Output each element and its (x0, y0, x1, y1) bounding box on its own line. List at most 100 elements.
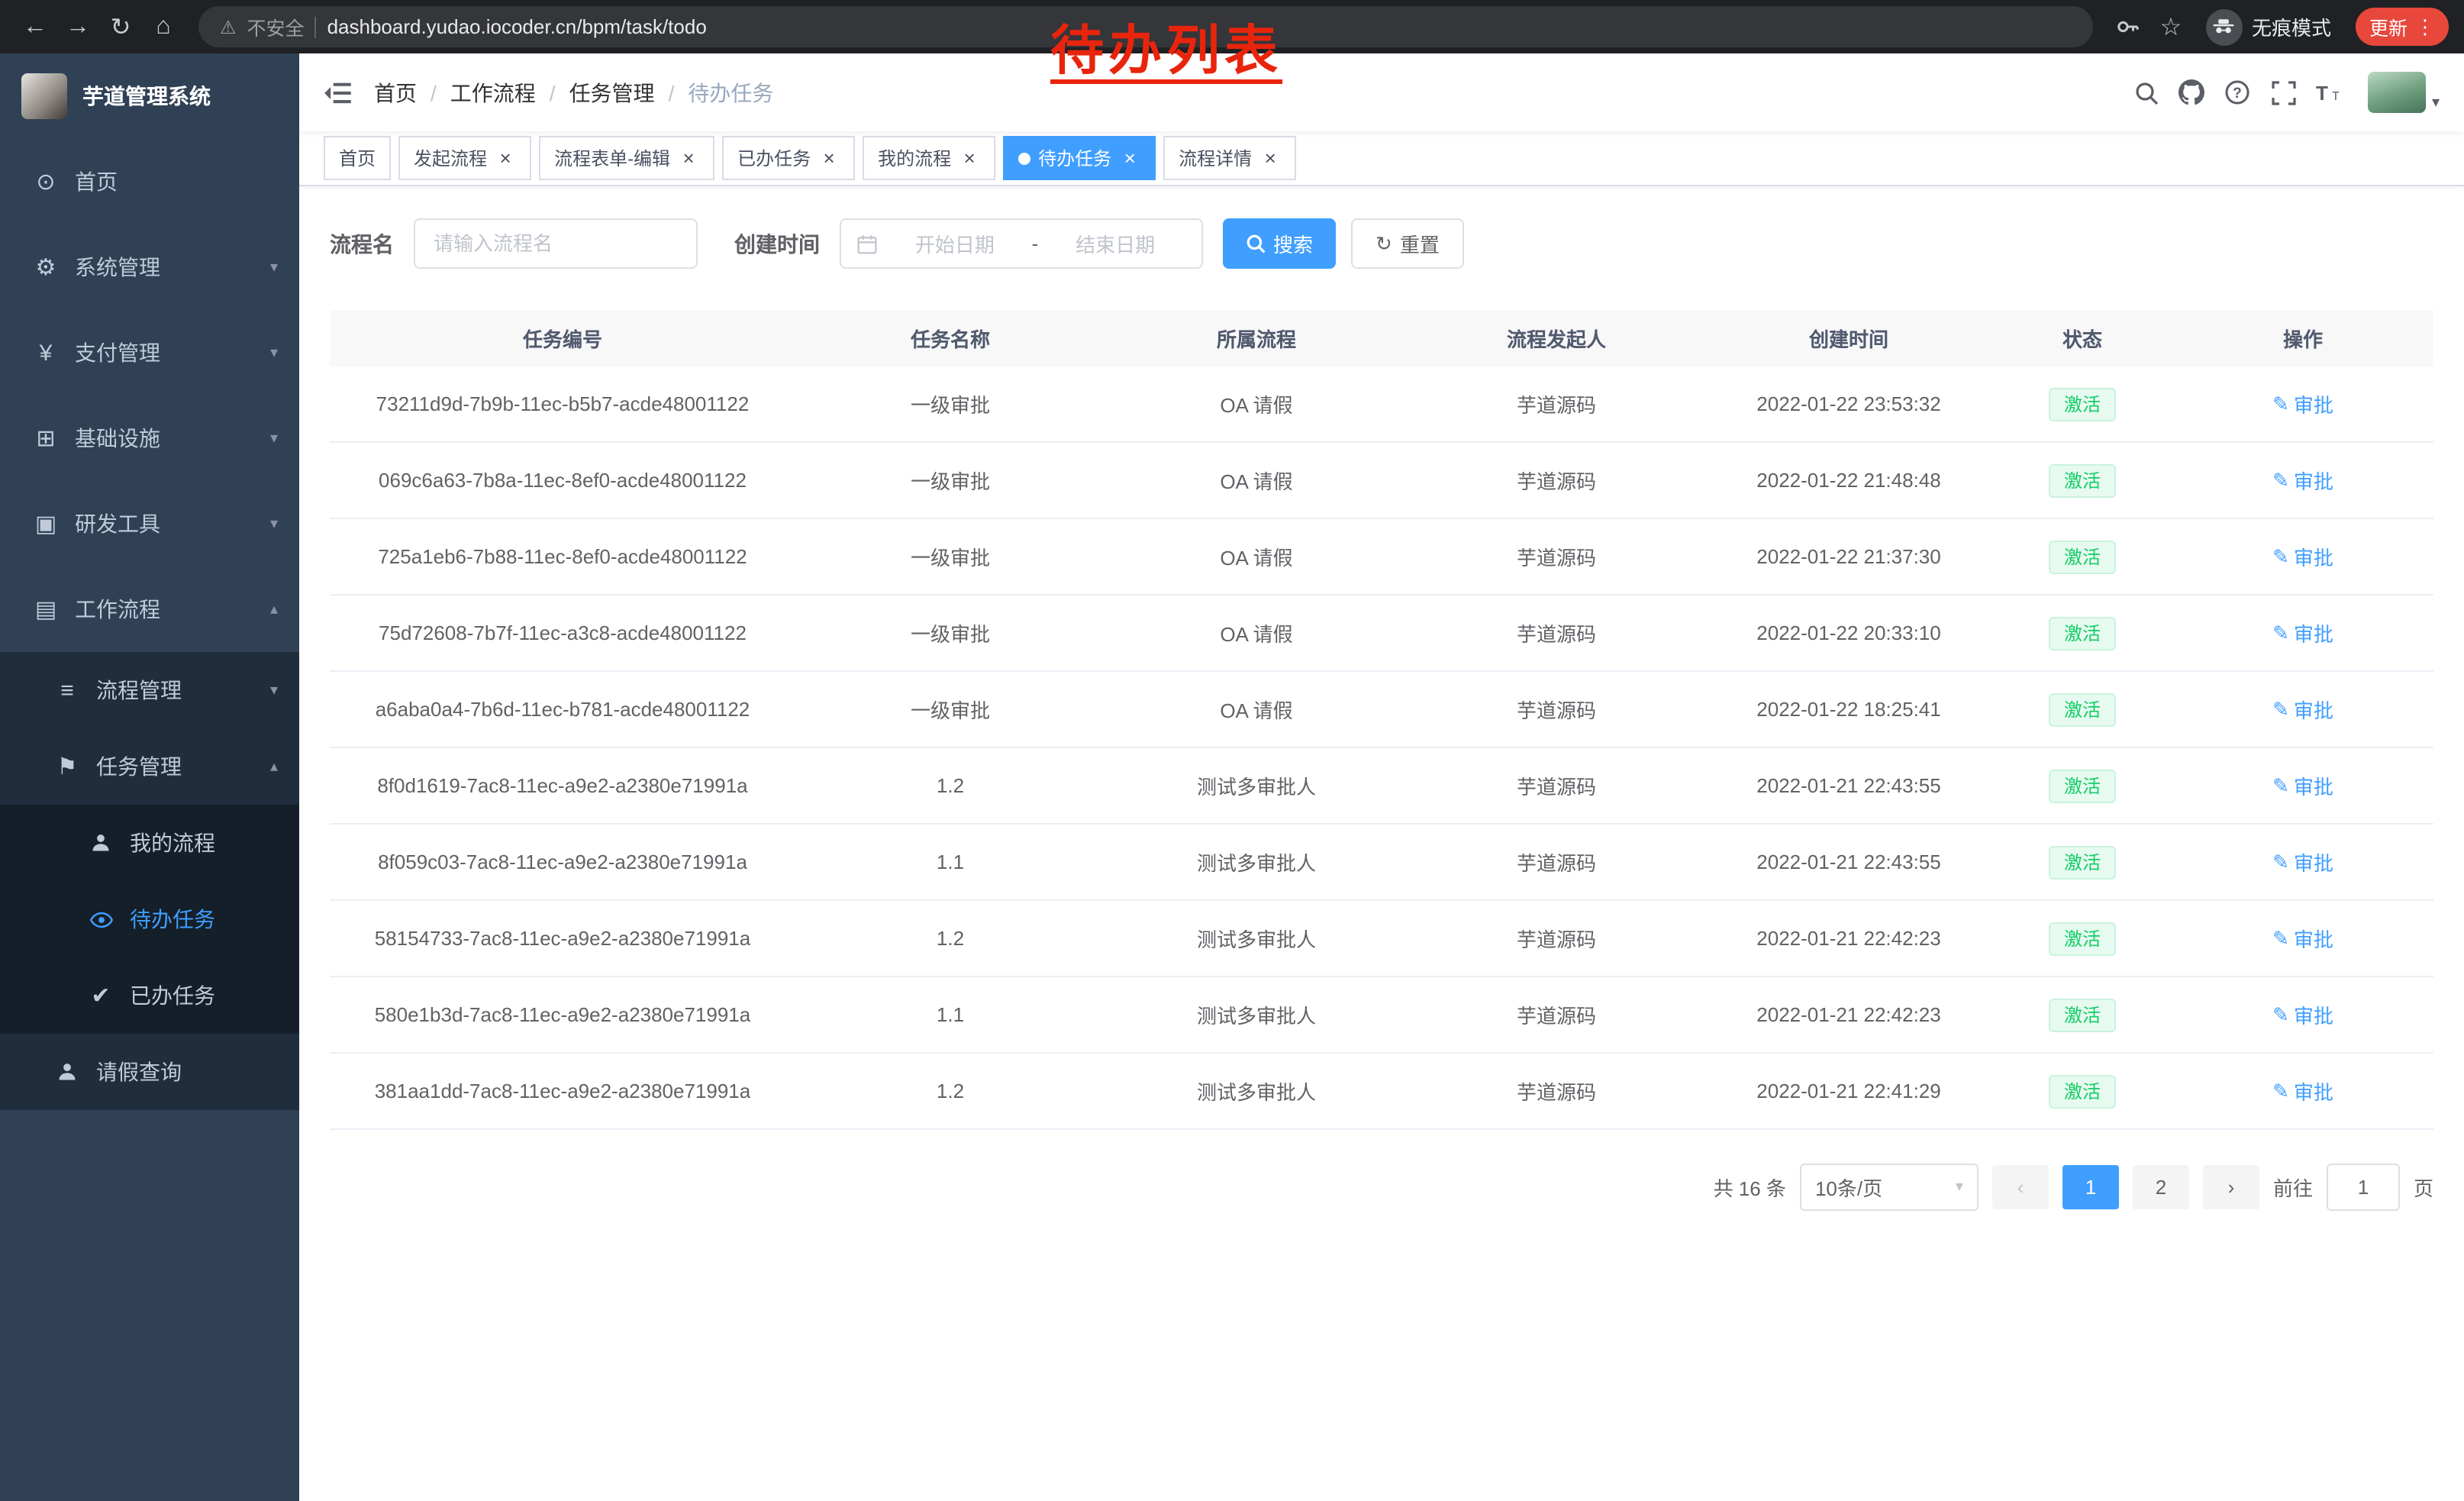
fullscreen-icon[interactable] (2261, 69, 2307, 115)
page-button-1[interactable]: 1 (2062, 1165, 2119, 1209)
address-bar[interactable]: ⚠ 不安全 dashboard.yudao.iocoder.cn/bpm/tas… (198, 6, 2093, 47)
sidebar-item-todo-tasks[interactable]: 待办任务 (0, 881, 299, 957)
status-badge: 激活 (2049, 769, 2116, 802)
approve-link[interactable]: ✎审批 (2272, 466, 2333, 495)
col-process: 所属流程 (1105, 310, 1408, 366)
process-name-input[interactable] (414, 218, 698, 269)
close-icon[interactable]: × (1259, 147, 1281, 169)
browser-home-button[interactable]: ⌂ (144, 7, 183, 47)
done-tasks-icon: ✔ (85, 982, 116, 1009)
sidebar-item-task-mgmt[interactable]: ⚑ 任务管理 ▴ (0, 728, 299, 805)
tab-process-detail[interactable]: 流程详情 × (1163, 136, 1296, 180)
next-page-button[interactable]: › (2203, 1165, 2259, 1209)
github-icon[interactable] (2169, 69, 2215, 115)
sidebar-item-system[interactable]: ⚙ 系统管理 ▾ (0, 224, 299, 310)
date-range-picker[interactable]: 开始日期 - 结束日期 (840, 218, 1203, 269)
browser-menu-icon[interactable]: ⋮ (2415, 15, 2435, 39)
cell-action: ✎审批 (2172, 977, 2433, 1052)
approve-link[interactable]: ✎审批 (2272, 695, 2333, 724)
approve-link[interactable]: ✎审批 (2272, 924, 2333, 953)
tab-start-process[interactable]: 发起流程 × (398, 136, 531, 180)
approve-link[interactable]: ✎审批 (2272, 1077, 2333, 1106)
page-size-select[interactable]: 10条/页 ▾ (1800, 1164, 1979, 1211)
incognito-icon (2206, 8, 2243, 45)
incognito-indicator: 无痕模式 (2206, 8, 2331, 45)
cell-starter: 芋道源码 (1408, 596, 1705, 670)
tab-form-edit[interactable]: 流程表单-编辑 × (539, 136, 714, 180)
status-badge: 激活 (2049, 1074, 2116, 1108)
search-button[interactable]: 搜索 (1223, 218, 1336, 269)
sidebar-item-payment[interactable]: ¥ 支付管理 ▾ (0, 310, 299, 395)
sidebar-item-workflow[interactable]: ▤ 工作流程 ▴ (0, 567, 299, 652)
cell-starter: 芋道源码 (1408, 825, 1705, 899)
not-secure-label[interactable]: 不安全 (247, 12, 305, 41)
refresh-icon: ↻ (1376, 231, 1392, 256)
close-icon[interactable]: × (1119, 147, 1140, 169)
process-name-label: 流程名 (330, 228, 394, 259)
search-icon[interactable] (2124, 69, 2169, 115)
sidebar-item-devtools[interactable]: ▣ 研发工具 ▾ (0, 481, 299, 567)
tab-todo-tasks[interactable]: 待办任务 × (1003, 136, 1156, 180)
person-chat-icon (85, 832, 116, 854)
close-icon[interactable]: × (678, 147, 699, 169)
page-button-2[interactable]: 2 (2133, 1165, 2189, 1209)
tab-home[interactable]: 首页 (324, 136, 391, 180)
breadcrumb-home[interactable]: 首页 (374, 77, 417, 108)
sidebar-item-my-processes[interactable]: 我的流程 (0, 805, 299, 881)
approve-link[interactable]: ✎审批 (2272, 618, 2333, 647)
approve-link[interactable]: ✎审批 (2272, 542, 2333, 571)
cell-id: 381aa1dd-7ac8-11ec-a9e2-a2380e71991a (330, 1054, 795, 1128)
status-badge: 激活 (2049, 692, 2116, 726)
approve-link[interactable]: ✎审批 (2272, 389, 2333, 418)
bookmark-star-icon[interactable]: ☆ (2151, 7, 2191, 47)
approve-link[interactable]: ✎审批 (2272, 771, 2333, 800)
close-icon[interactable]: × (959, 147, 980, 169)
col-status: 状态 (1992, 310, 2172, 366)
cell-status: 激活 (1992, 596, 2172, 670)
user-avatar[interactable] (2368, 72, 2426, 113)
chrome-update-button[interactable]: 更新 ⋮ (2356, 8, 2449, 46)
create-time-label: 创建时间 (734, 228, 820, 259)
svg-text:T: T (2316, 82, 2328, 104)
url-text[interactable]: dashboard.yudao.iocoder.cn/bpm/task/todo (327, 15, 707, 38)
cell-name: 1.1 (795, 977, 1105, 1052)
back-button[interactable]: ← (15, 7, 55, 47)
breadcrumb-task-mgmt[interactable]: 任务管理 (569, 77, 655, 108)
help-icon[interactable]: ? (2215, 69, 2261, 115)
table-row: 73211d9d-7b9b-11ec-b5b7-acde48001122一级审批… (330, 366, 2433, 443)
avatar-caret-icon[interactable]: ▾ (2432, 94, 2440, 111)
cell-name: 一级审批 (795, 519, 1105, 594)
forward-button[interactable]: → (58, 7, 98, 47)
tab-my-processes[interactable]: 我的流程 × (863, 136, 995, 180)
app-title: 芋道管理系统 (82, 81, 211, 111)
screen: ← → ↻ ⌂ ⚠ 不安全 dashboard.yudao.iocoder.cn… (0, 0, 2464, 1501)
tab-done-tasks[interactable]: 已办任务 × (722, 136, 855, 180)
approve-link[interactable]: ✎审批 (2272, 1000, 2333, 1029)
sidebar-logo[interactable]: 芋道管理系统 (0, 53, 299, 139)
list-icon: ≡ (52, 677, 82, 703)
goto-page-input[interactable] (2327, 1164, 2400, 1211)
close-icon[interactable]: × (495, 147, 516, 169)
todo-task-page: 流程名 创建时间 开始日期 - 结束日期 (299, 186, 2464, 1501)
sidebar-item-process-mgmt[interactable]: ≡ 流程管理 ▾ (0, 652, 299, 728)
sidebar-item-infra[interactable]: ⊞ 基础设施 ▾ (0, 395, 299, 481)
sidebar-fold-icon[interactable] (324, 80, 351, 105)
prev-page-button[interactable]: ‹ (1992, 1165, 2049, 1209)
approve-link[interactable]: ✎审批 (2272, 847, 2333, 876)
sidebar-item-home[interactable]: ⊙ 首页 (0, 139, 299, 224)
password-key-icon[interactable] (2108, 7, 2148, 47)
reload-button[interactable]: ↻ (101, 7, 140, 47)
goto-label: 前往 (2273, 1173, 2313, 1202)
reset-button[interactable]: ↻ 重置 (1351, 218, 1464, 269)
cell-process: OA 请假 (1105, 596, 1408, 670)
cell-id: 73211d9d-7b9b-11ec-b5b7-acde48001122 (330, 366, 795, 441)
close-icon[interactable]: × (818, 147, 840, 169)
font-size-icon[interactable]: T T (2307, 69, 2353, 115)
cell-status: 激活 (1992, 977, 2172, 1052)
table-row: 8f0d1619-7ac8-11ec-a9e2-a2380e71991a1.2测… (330, 748, 2433, 825)
yen-icon: ¥ (31, 340, 61, 366)
breadcrumb-workflow[interactable]: 工作流程 (450, 77, 536, 108)
sidebar-item-done-tasks[interactable]: ✔ 已办任务 (0, 957, 299, 1034)
table-row: 069c6a63-7b8a-11ec-8ef0-acde48001122一级审批… (330, 443, 2433, 519)
sidebar-item-leave-query[interactable]: 请假查询 (0, 1034, 299, 1110)
